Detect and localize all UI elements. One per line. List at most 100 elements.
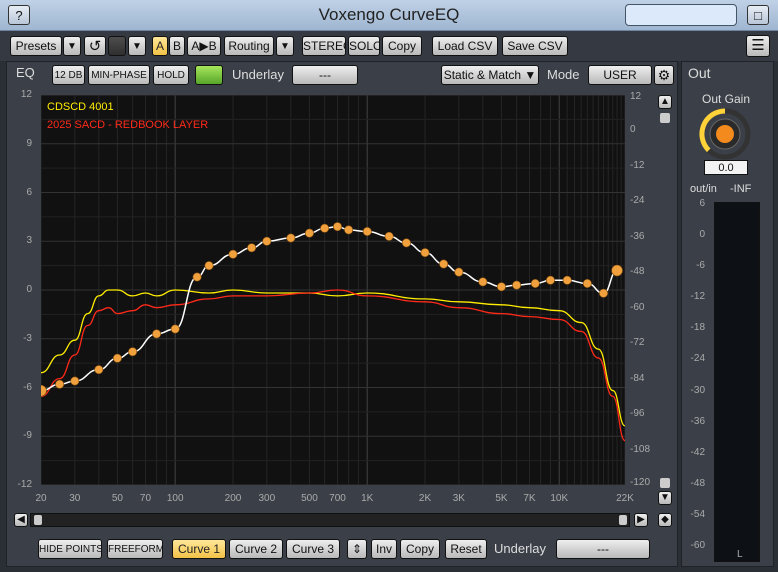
eq-control-point[interactable]	[286, 233, 296, 243]
eq-control-point[interactable]	[128, 347, 138, 357]
hold-button[interactable]: HOLD	[153, 65, 189, 85]
solo-button[interactable]: SOLO	[348, 36, 380, 56]
out-gain-knob[interactable]	[696, 108, 754, 160]
menu-button[interactable]: ☰	[746, 35, 770, 57]
curve-2-button[interactable]: Curve 2	[229, 539, 283, 559]
routing-dropdown-button[interactable]: ▼	[276, 36, 294, 56]
x-axis-tick: 22K	[616, 493, 634, 504]
reset-button[interactable]: Reset	[445, 539, 487, 559]
settings-gear-icon[interactable]: ⚙	[654, 65, 674, 85]
save-csv-button[interactable]: Save CSV	[502, 36, 568, 56]
right-axis-tick: -96	[630, 408, 645, 420]
right-axis-tick: -12	[630, 159, 645, 171]
invert-button[interactable]: Inv	[371, 539, 397, 559]
vertical-scrollbar[interactable]: ▲ ▼	[658, 95, 672, 505]
range-button[interactable]: 12 DB	[52, 65, 85, 85]
b-button[interactable]: B	[169, 36, 185, 56]
scroll-up-button[interactable]: ▲	[658, 95, 672, 109]
eq-control-point[interactable]	[55, 379, 65, 389]
eq-control-point[interactable]	[228, 249, 238, 259]
eq-underlay-select[interactable]: ---	[292, 65, 358, 85]
eq-control-point[interactable]	[562, 275, 572, 285]
eq-control-point[interactable]	[204, 261, 214, 271]
mode-select[interactable]: USER	[588, 65, 652, 85]
a-to-b-button[interactable]: A▶B	[187, 36, 221, 56]
horizontal-scroll-thumb-right[interactable]	[619, 515, 627, 525]
title-input[interactable]	[625, 4, 737, 26]
eq-control-point[interactable]	[439, 259, 449, 269]
eq-control-point[interactable]	[247, 243, 257, 253]
eq-control-point[interactable]	[611, 264, 623, 277]
eq-control-point[interactable]	[530, 279, 540, 289]
copy-button[interactable]: Copy	[382, 36, 422, 56]
freeform-button[interactable]: FREEFORM	[107, 539, 163, 559]
eq-control-point[interactable]	[582, 279, 592, 289]
eq-control-point[interactable]	[304, 228, 314, 238]
x-axis-tick: 2K	[418, 493, 432, 504]
eq-graph[interactable]: CDSCD 4001 2025 SACD - REDBOOK LAYER	[35, 94, 626, 486]
presets-dropdown-button[interactable]: ▼	[63, 36, 81, 56]
eq-control-point[interactable]	[545, 275, 555, 285]
x-axis-tick: 500	[301, 493, 318, 504]
horizontal-scrollbar[interactable]	[30, 513, 630, 527]
eq-control-point[interactable]	[112, 353, 122, 363]
ab-dropdown-button[interactable]: ▼	[128, 36, 146, 56]
scroll-left-button[interactable]: ◀	[14, 513, 28, 527]
curve-1-button[interactable]: Curve 1	[172, 539, 226, 559]
meter-scale-tick: -36	[690, 415, 705, 427]
eq-control-point[interactable]	[320, 223, 330, 233]
left-axis-tick: 6	[26, 186, 32, 198]
vertical-scroll-thumb[interactable]	[660, 113, 670, 123]
undo-button[interactable]: ↺	[84, 36, 106, 56]
eq-control-point[interactable]	[94, 365, 104, 375]
eq-control-point[interactable]	[454, 267, 464, 277]
eq-tab[interactable]: EQ	[16, 65, 35, 80]
eq-control-point[interactable]	[401, 238, 411, 248]
vertical-scroll-thumb-bottom[interactable]	[660, 478, 670, 488]
presets-button[interactable]: Presets	[10, 36, 62, 56]
load-csv-button[interactable]: Load CSV	[432, 36, 498, 56]
eq-control-point[interactable]	[152, 329, 162, 339]
right-axis-tick: -60	[630, 301, 645, 313]
a-button[interactable]: A	[152, 36, 168, 56]
mode-label: Mode	[547, 67, 580, 82]
fit-view-button[interactable]: ◆	[658, 513, 672, 527]
curve-3-button[interactable]: Curve 3	[286, 539, 340, 559]
eq-control-point[interactable]	[70, 376, 80, 386]
bottom-underlay-select[interactable]: ---	[556, 539, 650, 559]
out-tab[interactable]: Out	[688, 65, 711, 81]
match-mode-select[interactable]: Static & Match ▼	[441, 65, 539, 85]
eq-control-point[interactable]	[478, 277, 488, 287]
eq-control-point[interactable]	[362, 227, 372, 237]
minimize-button[interactable]: □	[747, 5, 769, 25]
eq-control-point[interactable]	[598, 288, 608, 298]
stereo-button[interactable]: STEREO	[302, 36, 346, 56]
curve-switch-button[interactable]: ⇕	[347, 539, 367, 559]
legend-item-cdscd: CDSCD 4001	[47, 101, 114, 113]
series-line-2	[40, 225, 618, 392]
eq-control-point[interactable]	[192, 272, 202, 282]
scroll-right-button[interactable]: ▶	[634, 513, 648, 527]
out-gain-value[interactable]: 0.0	[704, 160, 748, 175]
min-phase-button[interactable]: MIN-PHASE	[88, 65, 150, 85]
routing-button[interactable]: Routing	[224, 36, 274, 56]
left-axis-tick: -12	[17, 479, 32, 490]
hide-points-button[interactable]: HIDE POINTS	[38, 539, 102, 559]
eq-control-point[interactable]	[262, 236, 272, 246]
right-axis-tick: 0	[630, 124, 636, 136]
right-axis-tick: -24	[630, 195, 645, 207]
hold-indicator[interactable]	[195, 65, 223, 85]
curve-copy-button[interactable]: Copy	[400, 539, 440, 559]
eq-control-point[interactable]	[384, 231, 394, 241]
scroll-down-button[interactable]: ▼	[658, 491, 672, 505]
eq-control-point[interactable]	[496, 282, 506, 292]
eq-control-point[interactable]	[332, 222, 342, 232]
eq-control-point[interactable]	[344, 225, 354, 235]
eq-control-point[interactable]	[420, 248, 430, 258]
left-axis-tick: 0	[26, 284, 32, 295]
redo-button[interactable]	[108, 36, 126, 56]
meter-scale-tick: -6	[696, 260, 705, 272]
eq-control-point[interactable]	[512, 280, 522, 290]
eq-control-point[interactable]	[170, 324, 180, 334]
horizontal-scroll-thumb-left[interactable]	[34, 515, 42, 525]
